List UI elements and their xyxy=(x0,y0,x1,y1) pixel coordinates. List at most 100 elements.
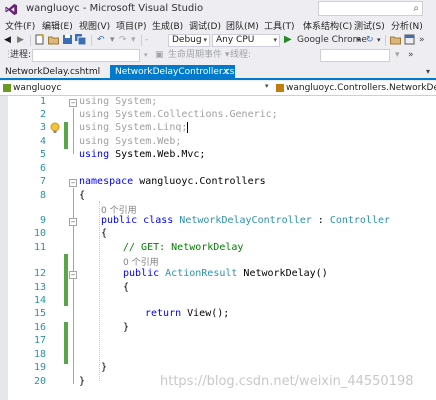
watermark: https://blog.csdn.net/weixin_44550198 xyxy=(160,374,414,389)
code-line-10: { xyxy=(101,228,107,239)
menu-project[interactable]: 项目(P) xyxy=(116,19,146,32)
keyword-token: return xyxy=(145,308,182,319)
platform-select[interactable]: Any CPU ▾ xyxy=(212,34,280,47)
title-bar: wangluoyc - Microsoft Visual Studio ⌕ xyxy=(0,0,436,18)
line-number: 11 xyxy=(33,242,46,253)
thread-label: 线程: xyxy=(230,50,252,60)
undo-dropdown-icon[interactable]: ▾ xyxy=(110,34,115,46)
code-line-11: // GET: NetworkDelay xyxy=(123,242,243,253)
quick-launch-input[interactable]: ⌕ xyxy=(318,1,423,16)
line-number: 6 xyxy=(39,163,46,174)
collapse-toggle[interactable]: − xyxy=(69,218,77,226)
save-all-icon[interactable] xyxy=(75,34,86,45)
toolbar2-options-icon[interactable]: » xyxy=(408,49,414,61)
code-line-3: using System.Linq; xyxy=(79,122,189,133)
fold-guide xyxy=(73,280,74,326)
code-token: { xyxy=(101,228,108,239)
code-line-2: using System.Collections.Generic; xyxy=(79,109,278,120)
lifecycle-icon[interactable]: ▣ xyxy=(155,49,164,61)
forward-icon[interactable]: ▶ xyxy=(17,34,24,46)
line-number: 7 xyxy=(39,176,46,187)
toolbar-overflow-icon[interactable]: - xyxy=(145,34,148,46)
menu-edit[interactable]: 编辑(E) xyxy=(42,19,73,32)
menu-file[interactable]: 文件(F) xyxy=(5,19,35,32)
code-token: System.Web; xyxy=(109,136,182,147)
code-token: System; xyxy=(109,96,158,107)
menu-tools[interactable]: 工具(T) xyxy=(264,19,295,32)
code-line-9: public class NetworkDelayController : Co… xyxy=(101,215,390,226)
thread-select[interactable] xyxy=(320,49,390,62)
menu-analyze[interactable]: 分析(N) xyxy=(391,19,423,32)
code-token: System.Web.Mvc; xyxy=(109,149,206,160)
menu-architecture[interactable]: 体系结构(C) xyxy=(303,19,352,32)
code-token: { xyxy=(79,190,86,201)
platform-value: Any CPU xyxy=(216,35,255,45)
open-folder-icon[interactable] xyxy=(48,34,59,45)
keyword-token: public xyxy=(101,215,138,226)
configuration-value: Debug xyxy=(172,35,202,45)
keyword-token: class xyxy=(143,215,174,226)
code-line-12: public ActionResult NetworkDelay() xyxy=(123,268,328,279)
stack-frame-icon[interactable]: ▾ xyxy=(395,49,400,61)
collapse-toggle[interactable]: − xyxy=(69,271,77,279)
undo-icon[interactable]: ↶ xyxy=(97,34,105,46)
visual-studio-logo-icon xyxy=(5,3,18,16)
tab-overflow-dropdown-icon[interactable]: ▾ xyxy=(426,67,430,76)
line-number: 9 xyxy=(39,215,46,226)
project-dropdown-value: wangluoyc xyxy=(13,83,62,93)
refresh-icon[interactable]: ↻ xyxy=(366,34,374,46)
project-dropdown[interactable]: wangluoyc xyxy=(3,82,271,94)
comment-token: // GET: NetworkDelay xyxy=(123,242,244,253)
process-select[interactable] xyxy=(32,49,140,62)
start-debugging-icon[interactable]: ▶ xyxy=(284,34,292,46)
collapse-toggle[interactable]: − xyxy=(69,179,77,187)
configuration-select[interactable]: Debug ▾ xyxy=(168,34,210,47)
text-cursor xyxy=(187,122,189,133)
line-number: 16 xyxy=(33,322,46,333)
menu-test[interactable]: 测试(S) xyxy=(354,19,385,32)
redo-icon[interactable]: ↷ xyxy=(119,34,127,46)
tab-label: NetworkDelayController.cs xyxy=(115,67,235,77)
standard-toolbar: ◀ ▶ ↶ ▾ ↷ ▾ - Debug ▾ Any CPU ▾ ▶ Google C… xyxy=(0,33,436,48)
search-icon: ⌕ xyxy=(413,3,419,14)
line-number: 19 xyxy=(33,362,46,373)
menu-build[interactable]: 生成(B) xyxy=(152,19,183,32)
line-number: 4 xyxy=(39,136,46,147)
save-icon[interactable] xyxy=(62,34,73,45)
menu-view[interactable]: 视图(V) xyxy=(79,19,110,32)
codelens-references[interactable]: 0 个引用 xyxy=(123,255,159,268)
code-token: NetworkDelay() xyxy=(237,268,328,279)
chevron-down-icon: ▾ xyxy=(203,36,207,44)
redo-dropdown-icon[interactable]: ▾ xyxy=(131,34,136,46)
code-token: System.Linq; xyxy=(109,122,188,133)
keyword-token: using xyxy=(79,96,110,107)
open-file-icon[interactable] xyxy=(390,34,401,45)
layout-icon[interactable] xyxy=(404,34,415,45)
navigation-bar: wangluoyc ▾ wangluoyc.Controllers.Networ… xyxy=(0,81,436,96)
indent-guide xyxy=(99,201,100,381)
close-icon[interactable]: × xyxy=(222,65,230,80)
type-token: NetworkDelayController xyxy=(179,215,312,226)
menu-team[interactable]: 团队(M) xyxy=(226,19,259,32)
line-number: 8 xyxy=(39,190,46,201)
lightbulb-icon[interactable] xyxy=(49,122,61,134)
collapse-toggle[interactable]: − xyxy=(69,99,77,107)
new-project-icon[interactable] xyxy=(34,34,45,45)
process-dropdown-icon[interactable]: ▾ xyxy=(144,49,148,61)
line-number: 12 xyxy=(33,268,46,279)
toolbar-options-icon[interactable]: » xyxy=(419,34,425,46)
code-token: System.Collections.Generic; xyxy=(109,109,278,120)
back-icon[interactable]: ◀ xyxy=(4,34,11,46)
run-target-dropdown-icon[interactable]: ▾ xyxy=(357,34,361,46)
tab-networkdelaycontroller-cs[interactable]: NetworkDelayController.cs × xyxy=(110,65,235,80)
debug-location-toolbar: ⋮ 进程: ▾ ▣ 生命周期事件 ▾ 线程: ▾ » xyxy=(0,48,436,63)
type-dropdown[interactable]: wangluoyc.Controllers.NetworkDelayContro… xyxy=(276,82,436,94)
menu-debug[interactable]: 调试(D) xyxy=(189,19,221,32)
code-line-4: using System.Web; xyxy=(79,136,181,147)
tab-networkdelay-cshtml[interactable]: NetworkDelay.cshtml xyxy=(0,65,110,80)
refresh-dropdown-icon[interactable]: ▾ xyxy=(377,34,381,46)
chevron-down-icon[interactable]: ▾ xyxy=(265,82,269,90)
lifecycle-events-button[interactable]: 生命周期事件 ▾ xyxy=(168,49,229,61)
code-editor[interactable]: 1 2 3 4 5 6 7 8 9 10 11 12 13 14 15 16 1… xyxy=(0,96,436,400)
code-line-15: return View(); xyxy=(145,308,229,319)
